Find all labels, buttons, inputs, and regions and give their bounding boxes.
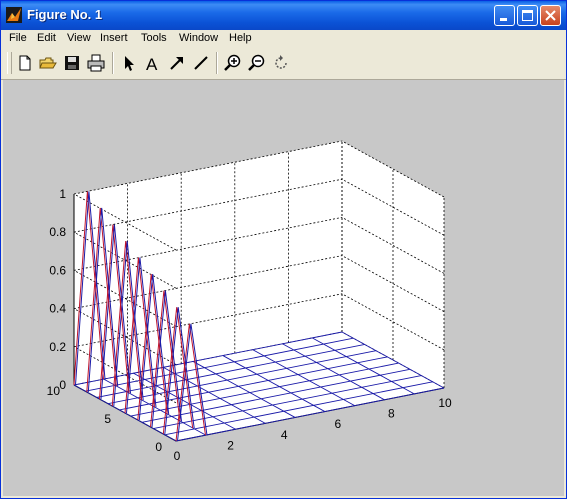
maximize-icon (522, 10, 533, 21)
close-icon (545, 10, 556, 21)
zoom-in-button[interactable] (223, 53, 243, 73)
menu-bar: File Edit View Insert Tools Window Help (1, 30, 566, 48)
menu-view[interactable]: View (67, 32, 91, 44)
save-figure-button[interactable] (62, 53, 82, 73)
insert-arrow-button[interactable] (167, 53, 187, 73)
figure-canvas[interactable]: 0 0.2 0.4 0.6 0.8 1 0 2 4 6 8 10 0 5 10 (3, 80, 564, 496)
menu-tools[interactable]: Tools (141, 32, 167, 44)
zoom-out-button[interactable] (247, 53, 267, 73)
edit-plot-button[interactable] (119, 53, 139, 73)
menu-edit[interactable]: Edit (37, 32, 56, 44)
print-icon (87, 54, 105, 72)
new-figure-button[interactable] (15, 53, 35, 73)
print-figure-button[interactable] (86, 53, 106, 73)
insert-text-button[interactable]: A (143, 53, 163, 73)
window-title: Figure No. 1 (27, 7, 103, 22)
toolbar-separator (216, 52, 218, 74)
save-icon (65, 56, 79, 70)
new-file-icon (19, 55, 31, 71)
open-folder-icon (39, 57, 57, 69)
maximize-button[interactable] (517, 5, 538, 26)
menu-window[interactable]: Window (179, 32, 218, 44)
x-tick-label: 8 (388, 407, 395, 421)
menu-help[interactable]: Help (229, 32, 252, 44)
menu-insert[interactable]: Insert (100, 32, 128, 44)
menu-file[interactable]: File (9, 32, 27, 44)
insert-text-icon: A (146, 55, 158, 73)
x-tick-label: 6 (334, 417, 341, 431)
rotate-3d-button[interactable] (271, 53, 291, 73)
minimize-button[interactable] (494, 5, 515, 26)
x-tick-label: 4 (281, 428, 288, 442)
y-tick-label: 0 (155, 440, 162, 454)
z-tick-label: 0 (59, 378, 66, 392)
insert-line-button[interactable] (191, 53, 211, 73)
rotate-3d-icon (275, 55, 287, 69)
open-file-button[interactable] (38, 53, 58, 73)
figure-window: Figure No. 1 File Edit View Insert Tools… (0, 0, 567, 499)
x-tick-label: 10 (438, 396, 452, 410)
minimize-icon (500, 18, 507, 21)
title-bar[interactable]: Figure No. 1 (1, 1, 566, 30)
y-tick-label: 5 (104, 412, 111, 426)
insert-line-icon (194, 56, 208, 70)
zoom-in-icon (224, 54, 241, 71)
z-tick-label: 1 (59, 187, 66, 201)
x-tick-label: 2 (227, 438, 234, 452)
zoom-out-icon (248, 54, 265, 71)
svg-text:A: A (146, 55, 158, 73)
figure-toolbar: A (1, 48, 566, 80)
arrow-select-icon (125, 56, 134, 71)
toolbar-grip[interactable] (7, 52, 12, 74)
insert-arrow-icon (170, 57, 183, 70)
z-tick-label: 0.2 (49, 340, 66, 354)
mesh-plot[interactable]: 00.20.40.60.8102468100510 (3, 80, 564, 496)
z-tick-label: 0.4 (49, 302, 66, 316)
toolbar-separator (112, 52, 114, 74)
x-tick-label: 0 (174, 449, 181, 463)
y-tick-label: 10 (47, 384, 61, 398)
z-tick-label: 0.6 (49, 263, 66, 277)
z-tick-label: 0.8 (49, 225, 66, 239)
close-button[interactable] (540, 5, 561, 26)
matlab-logo-icon (6, 7, 22, 23)
